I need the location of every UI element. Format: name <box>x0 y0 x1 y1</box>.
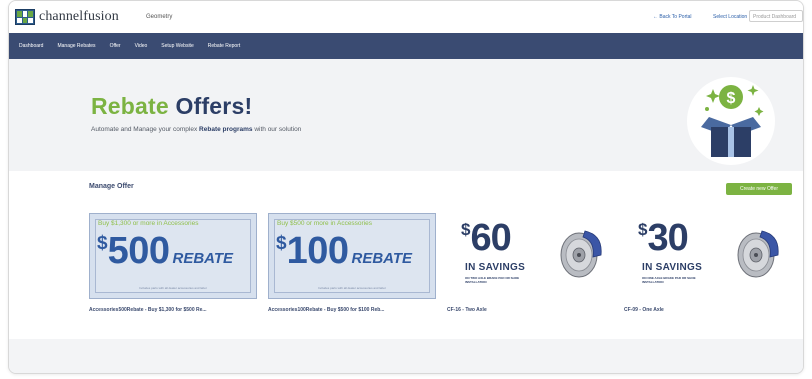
offer-caption[interactable]: Accessories100Rebate - Buy $500 for $100… <box>268 307 436 313</box>
main-nav: Dashboard Manage Rebates Offer Video Set… <box>9 33 803 59</box>
offer-image: $60 IN SAVINGS ON TWO AXLE BRAKE PAD OR … <box>447 213 615 299</box>
savings-word: IN SAVINGS <box>642 262 703 273</box>
offer-image: $30 IN SAVINGS ON ONE AXLE BRAKE PAD OR … <box>624 213 792 299</box>
hero-subtitle-bold: Rebate programs <box>199 126 253 133</box>
offer-caption[interactable]: CF-09 - One Axle <box>624 307 792 313</box>
offer-image: Buy $500 or more in Accessories $100 REBA… <box>268 213 436 299</box>
gift-box-money-icon: $ <box>687 77 775 165</box>
nav-item-manage-rebates[interactable]: Manage Rebates <box>57 43 95 49</box>
rebate-amount: $100 REBATE <box>276 230 412 273</box>
app-frame: channelfusion Geometry ← Back To Portal … <box>8 0 804 374</box>
dollar-sign: $ <box>276 233 287 254</box>
select-location-label: Select Location <box>713 14 748 20</box>
hero-subtitle: Automate and Manage your complex Rebate … <box>91 126 301 133</box>
dollar-sign: $ <box>97 233 108 254</box>
amount-value: 60 <box>470 217 511 259</box>
savings-word: IN SAVINGS <box>465 262 526 273</box>
fine-print: Includes parts with all dealer accessori… <box>318 286 386 290</box>
rebate-word: REBATE <box>172 250 234 267</box>
rebate-amount: $500 REBATE <box>97 230 233 273</box>
offer-card[interactable]: $60 IN SAVINGS ON TWO AXLE BRAKE PAD OR … <box>447 213 615 313</box>
hero-banner: Rebate Offers! Automate and Manage your … <box>9 59 803 171</box>
nav-item-video[interactable]: Video <box>135 43 148 49</box>
create-new-offer-button[interactable]: Create new Offer <box>726 183 792 195</box>
hero-subtitle-prefix: Automate and Manage your complex <box>91 126 198 133</box>
logo-text: channelfusion <box>39 9 119 24</box>
top-header: channelfusion Geometry ← Back To Portal … <box>9 1 803 33</box>
offer-card[interactable]: $30 IN SAVINGS ON ONE AXLE BRAKE PAD OR … <box>624 213 792 313</box>
manage-offer-section: Manage Offer Create new Offer Buy $1,300… <box>9 171 803 339</box>
amount-value: 500 <box>107 230 170 272</box>
dollar-sign: $ <box>638 220 648 239</box>
dealer-name: Geometry <box>146 14 173 20</box>
nav-item-offer[interactable]: Offer <box>110 43 121 49</box>
brake-rotor-icon <box>560 230 602 278</box>
nav-item-dashboard[interactable]: Dashboard <box>19 43 43 49</box>
savings-amount: $60 <box>461 217 512 260</box>
channelfusion-logo[interactable]: channelfusion <box>15 9 119 25</box>
hero-title-word2: Offers! <box>175 93 253 119</box>
hero-title-word1: Rebate <box>91 93 169 119</box>
page-footer <box>9 339 803 373</box>
offer-caption[interactable]: Accessories500Rebate - Buy $1,300 for $5… <box>89 307 257 313</box>
section-title: Manage Offer <box>89 183 134 190</box>
offer-headline: Buy $1,300 or more in Accessories <box>98 220 199 227</box>
offer-image: Buy $1,300 or more in Accessories $500 RE… <box>89 213 257 299</box>
brake-rotor-icon <box>737 230 779 278</box>
back-to-portal-link[interactable]: ← Back To Portal <box>653 14 692 20</box>
dollar-sign: $ <box>461 220 471 239</box>
offer-caption[interactable]: CF-16 - Two Axle <box>447 307 615 313</box>
hero-title: Rebate Offers! <box>91 93 252 120</box>
logo-grid-icon <box>15 9 35 25</box>
nav-item-setup-website[interactable]: Setup Website <box>161 43 193 49</box>
location-select[interactable]: Product Dashboard <box>749 10 803 22</box>
fine-print: ON ONE AXLE BRAKE PAD OR SHOE INSTALLATI… <box>642 276 696 284</box>
offer-card[interactable]: Buy $500 or more in Accessories $100 REBA… <box>268 213 436 313</box>
fine-print: ON TWO AXLE BRAKE PAD OR SHOE INSTALLATI… <box>465 276 520 284</box>
offer-headline: Buy $500 or more in Accessories <box>277 220 373 227</box>
savings-amount: $30 <box>638 217 689 260</box>
rebate-word: REBATE <box>351 250 413 267</box>
amount-value: 30 <box>647 217 688 259</box>
svg-text:$: $ <box>727 90 736 107</box>
nav-item-rebate-report[interactable]: Rebate Report <box>208 43 241 49</box>
fine-print: Includes parts with all dealer accessori… <box>139 286 207 290</box>
hero-subtitle-suffix: with our solution <box>254 126 302 133</box>
amount-value: 100 <box>286 230 349 272</box>
offer-card[interactable]: Buy $1,300 or more in Accessories $500 RE… <box>89 213 257 313</box>
